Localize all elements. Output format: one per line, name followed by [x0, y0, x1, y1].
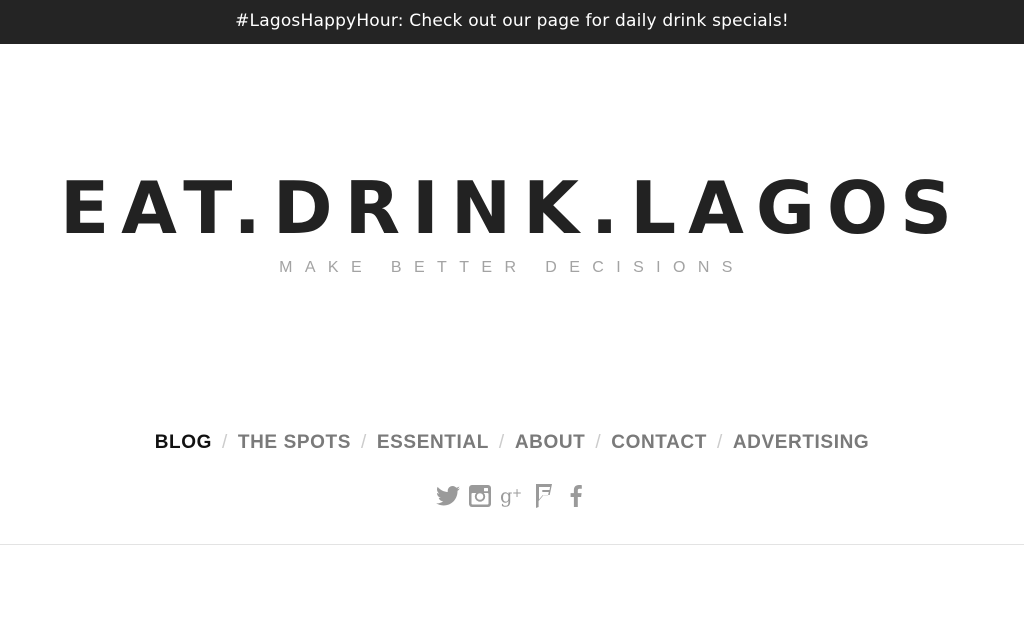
instagram-icon[interactable]: [468, 484, 492, 508]
nav-item-blog[interactable]: BLOG: [155, 432, 212, 454]
site-title[interactable]: EAT.DRINK.LAGOS: [0, 163, 1024, 253]
nav-separator: /: [595, 432, 602, 453]
nav-item-about[interactable]: ABOUT: [515, 432, 586, 454]
twitter-icon[interactable]: [436, 484, 460, 508]
facebook-icon[interactable]: [564, 484, 588, 508]
svg-text:g: g: [500, 484, 512, 507]
social-links: g +: [0, 483, 1024, 509]
nav-separator: /: [716, 432, 723, 453]
nav-separator: /: [222, 432, 228, 453]
nav-separator: /: [361, 432, 367, 453]
nav-item-essential[interactable]: ESSENTIAL: [377, 432, 489, 454]
google-plus-icon[interactable]: g +: [500, 484, 524, 508]
nav-item-contact[interactable]: CONTACT: [611, 432, 707, 454]
svg-text:+: +: [512, 486, 522, 500]
announcement-text[interactable]: #LagosHappyHour: Check out our page for …: [235, 11, 789, 31]
main-navigation: BLOG / THE SPOTS / ESSENTIAL / ABOUT / C…: [0, 428, 1024, 458]
nav-item-the-spots[interactable]: THE SPOTS: [238, 432, 351, 454]
nav-item-advertising[interactable]: ADVERTISING: [733, 432, 869, 454]
header-divider: [0, 544, 1024, 545]
foursquare-icon[interactable]: [532, 484, 556, 508]
announcement-bar[interactable]: #LagosHappyHour: Check out our page for …: [0, 0, 1024, 44]
site-tagline: MAKE BETTER DECISIONS: [279, 259, 745, 276]
nav-separator: /: [498, 432, 505, 453]
